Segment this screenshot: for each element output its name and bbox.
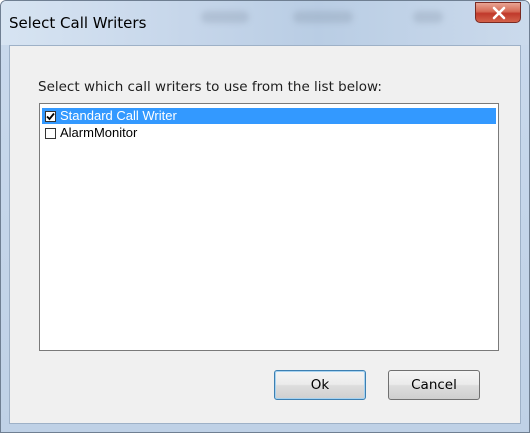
window-title: Select Call Writers bbox=[9, 14, 147, 32]
close-icon bbox=[492, 6, 506, 20]
checkbox-standard-call-writer[interactable] bbox=[45, 110, 56, 122]
checkmark-icon bbox=[46, 112, 55, 120]
list-item-alarmmonitor[interactable]: AlarmMonitor bbox=[42, 125, 137, 141]
instruction-text: Select which call writers to use from th… bbox=[38, 79, 382, 95]
blurred-background-text bbox=[201, 11, 249, 23]
call-writers-listbox[interactable]: Standard Call Writer AlarmMonitor bbox=[39, 103, 499, 351]
blurred-background-text bbox=[413, 11, 443, 23]
list-item-standard-call-writer[interactable]: Standard Call Writer bbox=[42, 108, 496, 124]
ok-button[interactable]: Ok bbox=[274, 370, 366, 400]
list-item-label: Standard Call Writer bbox=[60, 108, 177, 123]
cancel-button[interactable]: Cancel bbox=[388, 370, 480, 400]
title-bar[interactable]: Select Call Writers bbox=[1, 1, 529, 45]
checkbox-alarmmonitor[interactable] bbox=[45, 127, 56, 139]
close-button[interactable] bbox=[475, 2, 521, 23]
list-item-label: AlarmMonitor bbox=[60, 125, 138, 140]
blurred-background-text bbox=[293, 11, 353, 23]
